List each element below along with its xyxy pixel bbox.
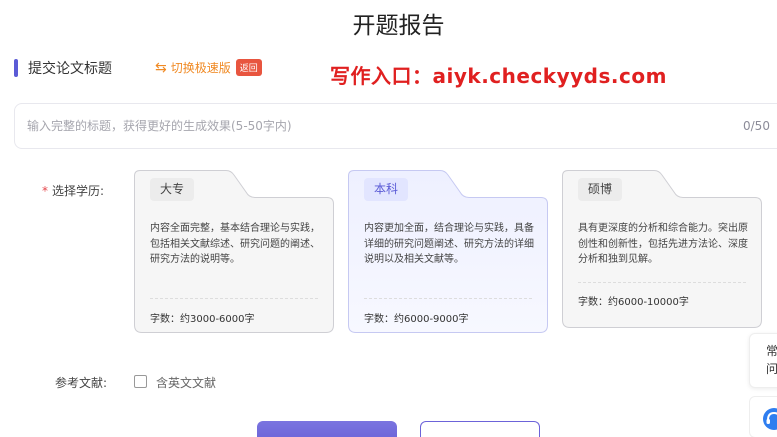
card-word-count: 字数：约6000-10000字 xyxy=(578,297,689,308)
back-badge[interactable]: 返回 xyxy=(235,59,262,76)
card-description: 内容更加全面，结合理论与实践，具备详细的研究问题阐述、研究方法的详细说明以及相关… xyxy=(364,223,534,265)
card-divider xyxy=(364,298,532,299)
secondary-button[interactable] xyxy=(420,421,540,437)
english-refs-label[interactable]: 含英文文献 xyxy=(156,374,216,391)
card-tab-label: 硕博 xyxy=(578,178,623,201)
card-description: 具有更深度的分析和综合能力。突出原创性和创新性，包括先进方法论、深度分析和独到见… xyxy=(578,223,748,265)
education-label-text: 选择学历: xyxy=(52,184,105,198)
title-input-box: 0/50 xyxy=(14,103,777,149)
card-tab-label: 大专 xyxy=(150,178,195,201)
references-label: 参考文献: xyxy=(55,376,108,390)
card-divider xyxy=(150,298,318,299)
page-title: 开题报告 xyxy=(352,13,445,39)
swap-arrows-icon: ⇆ xyxy=(155,59,167,76)
faq-line2: 问 xyxy=(766,362,777,376)
customer-service-icon xyxy=(763,408,777,430)
faq-side-tab[interactable]: 常 问 xyxy=(749,333,777,388)
card-description: 内容全面完整，基本结合理论与实践，包括相关文献综述、研究问题的阐述、研究方法的说… xyxy=(150,223,320,265)
char-counter: 0/50 xyxy=(743,119,770,133)
card-word-count: 字数：约3000-6000字 xyxy=(150,314,255,325)
education-label: * 选择学历: xyxy=(42,182,104,199)
required-mark: * xyxy=(42,184,48,198)
switch-label: 切换极速版 xyxy=(170,61,231,75)
card-word-count: 字数：约6000-9000字 xyxy=(364,314,469,325)
title-input[interactable] xyxy=(27,119,777,133)
card-tab-label: 本科 xyxy=(364,178,409,201)
accent-bar xyxy=(14,59,18,77)
switch-fast-mode-link[interactable]: ⇆ 切换极速版 返回 xyxy=(155,59,262,76)
faq-line1: 常 xyxy=(766,344,777,358)
promo-banner: 写作入口：aiyk.checkyyds.com xyxy=(330,64,667,88)
help-bubble[interactable] xyxy=(749,396,777,437)
card-divider xyxy=(578,282,746,283)
section-header: 提交论文标题 xyxy=(14,56,112,80)
section-label: 提交论文标题 xyxy=(28,61,112,77)
generate-button[interactable] xyxy=(257,421,397,437)
english-refs-checkbox[interactable] xyxy=(134,375,147,388)
